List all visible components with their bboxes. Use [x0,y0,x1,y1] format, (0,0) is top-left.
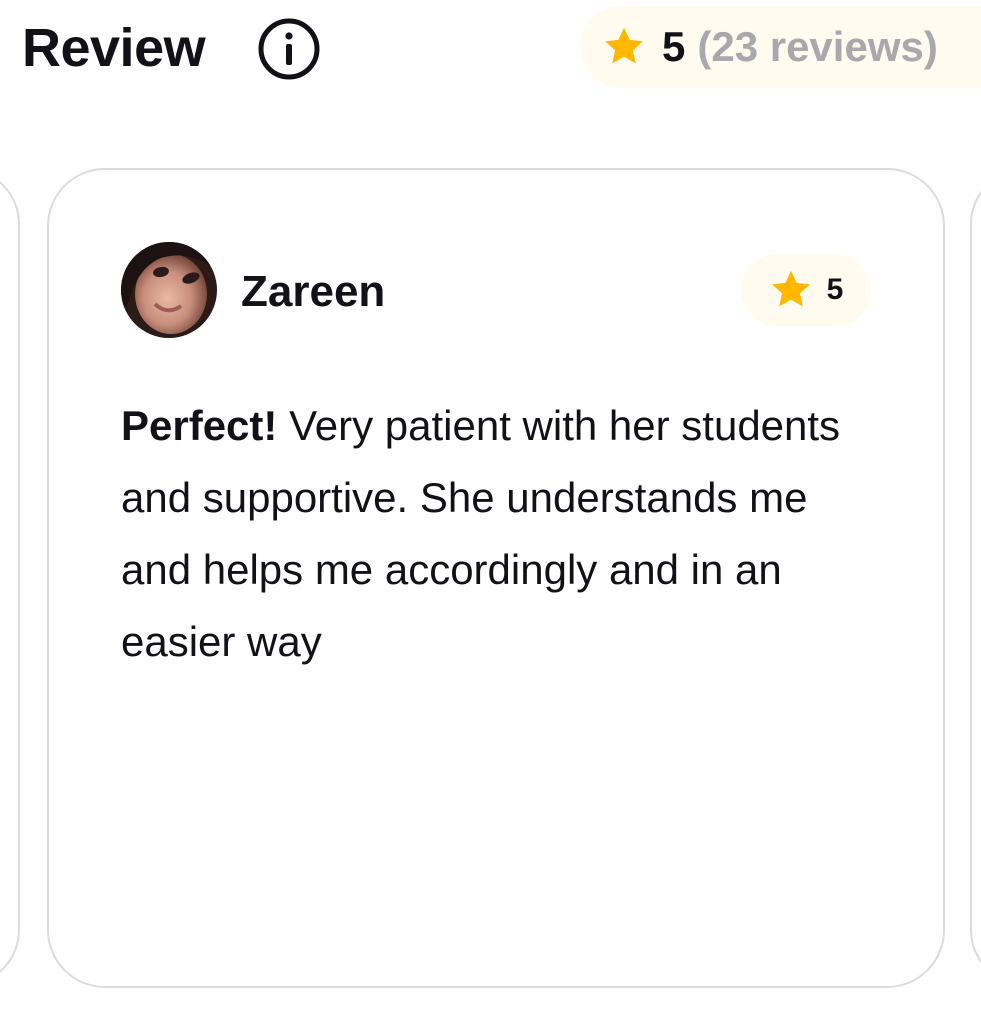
previous-review-card[interactable] [0,168,20,986]
reviewer-name: Zareen [241,267,386,316]
review-text: Perfect! Very patient with her students … [121,390,841,678]
review-section: Review 5 (23 reviews) Zareen 5 Perfect! … [0,0,981,1020]
rating-summary-badge: 5 (23 reviews) [580,6,981,88]
info-icon[interactable] [257,17,321,81]
review-headline: Perfect! [121,402,278,449]
avatar [121,242,217,338]
reviews-count: (23 reviews) [697,23,938,70]
review-rating-badge: 5 [741,254,871,326]
next-review-card[interactable] [970,168,981,986]
review-heading: Review [22,18,206,78]
average-rating: 5 [662,23,686,70]
review-card: Zareen 5 Perfect! Very patient with her … [47,168,945,988]
star-icon [605,27,643,64]
review-rating-value: 5 [826,273,844,306]
star-icon [771,270,810,307]
reviewer-photo [121,242,217,338]
